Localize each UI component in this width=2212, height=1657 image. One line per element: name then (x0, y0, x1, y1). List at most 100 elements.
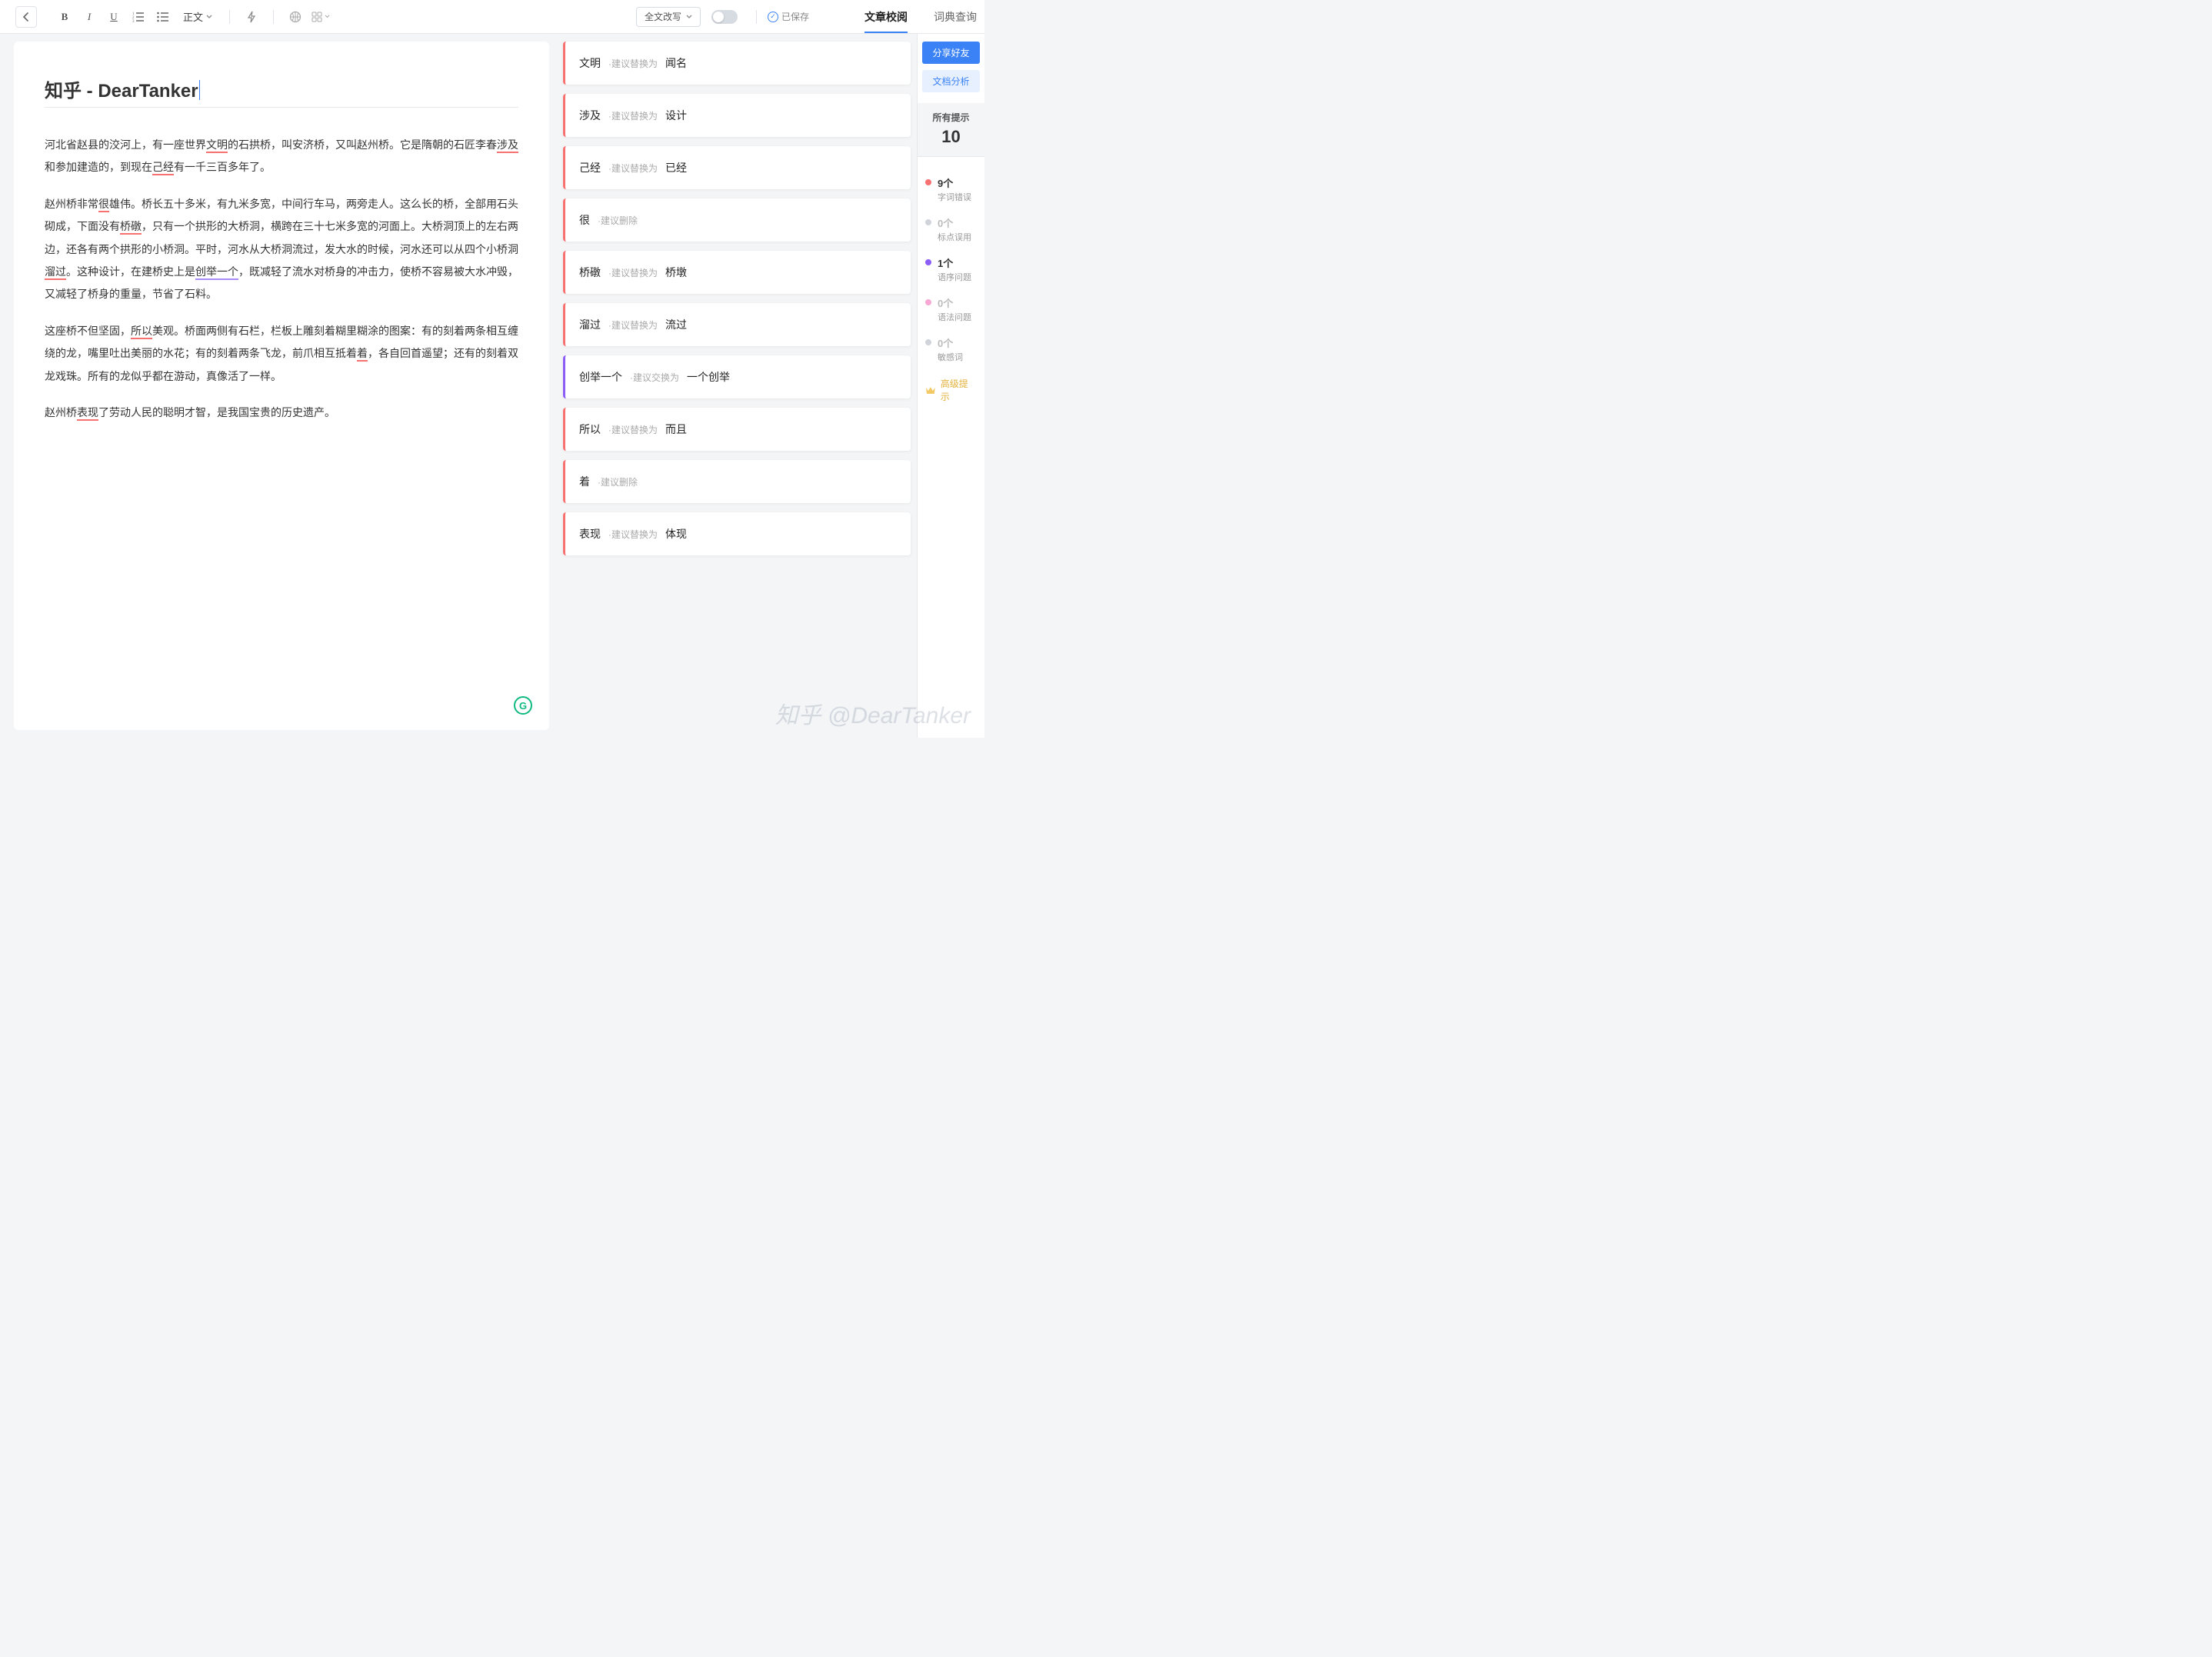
total-hints-count: 10 (918, 127, 984, 147)
lightning-button[interactable] (241, 6, 262, 28)
separator (756, 10, 757, 24)
editor-panel: 知乎 - DearTanker 河北省赵县的洨河上，有一座世界文明的石拱桥，叫安… (0, 34, 557, 738)
tab-proofread[interactable]: 文章校阅 (864, 0, 908, 33)
stat-count: 1个 (938, 255, 971, 270)
rewrite-button[interactable]: 全文改写 (636, 7, 701, 27)
chevron-down-icon (325, 15, 330, 18)
error-span[interactable]: 桥礅 (120, 220, 142, 235)
error-span[interactable]: 所以 (131, 325, 152, 339)
stat-row[interactable]: 1个语序问题 (922, 249, 980, 289)
suggestion-card[interactable]: 涉及·建议替换为设计 (563, 94, 911, 137)
suggestion-card[interactable]: 所以·建议替换为而且 (563, 408, 911, 451)
grammarly-badge[interactable]: G (514, 696, 532, 715)
ordered-list-icon: 123 (132, 12, 145, 22)
suggestion-hint: ·建议交换为 (630, 371, 679, 384)
premium-label: 高级提示 (941, 377, 977, 403)
document-title[interactable]: 知乎 - DearTanker (45, 75, 518, 108)
suggestion-hint: ·建议删除 (598, 475, 638, 488)
layout-icon (311, 11, 323, 23)
stat-dot (925, 179, 931, 185)
error-span[interactable]: 表现 (77, 406, 98, 421)
chevron-left-icon (22, 12, 30, 22)
analyze-button[interactable]: 文档分析 (922, 70, 980, 92)
stat-label: 敏感词 (938, 351, 963, 363)
paragraph[interactable]: 这座桥不但坚固，所以美观。桥面两侧有石栏，栏板上雕刻着糊里糊涂的图案：有的刻着两… (45, 320, 518, 388)
underline-button[interactable]: U (103, 6, 125, 28)
italic-button[interactable]: I (78, 6, 100, 28)
suggestion-hint: ·建议替换为 (608, 162, 658, 175)
error-span[interactable]: 己经 (152, 161, 174, 175)
paragraph[interactable]: 河北省赵县的洨河上，有一座世界文明的石拱桥，叫安济桥，又叫赵州桥。它是隋朝的石匠… (45, 134, 518, 179)
paragraph-style-label: 正文 (183, 9, 203, 24)
suggestion-replacement: 闻名 (665, 55, 687, 71)
stat-row[interactable]: 0个敏感词 (922, 329, 980, 369)
stat-label: 语序问题 (938, 271, 971, 283)
error-span[interactable]: 溜过 (45, 265, 66, 280)
toggle-switch[interactable] (711, 10, 738, 24)
chevron-down-icon (206, 15, 212, 19)
bold-button[interactable]: B (54, 6, 75, 28)
suggestions-column: 文明·建议替换为闻名涉及·建议替换为设计己经·建议替换为已经很·建议删除桥礅·建… (557, 34, 917, 738)
lightning-icon (247, 11, 256, 23)
suggestion-card[interactable]: 创举一个·建议交换为一个创举 (563, 355, 911, 398)
stat-row[interactable]: 9个字词错误 (922, 169, 980, 209)
suggestion-original: 溜过 (579, 317, 601, 332)
suggestion-replacement: 体现 (665, 526, 687, 542)
error-span[interactable]: 涉及 (497, 138, 518, 153)
suggestion-card[interactable]: 己经·建议替换为已经 (563, 146, 911, 189)
suggestion-card[interactable]: 桥礅·建议替换为桥墩 (563, 251, 911, 294)
paragraph[interactable]: 赵州桥非常很雄伟。桥长五十多米，有九米多宽，中间行车马，两旁走人。这么长的桥，全… (45, 193, 518, 306)
stat-row[interactable]: 0个标点误用 (922, 209, 980, 249)
suggestion-card[interactable]: 溜过·建议替换为流过 (563, 303, 911, 346)
chevron-down-icon (686, 15, 692, 19)
suggestion-hint: ·建议替换为 (608, 57, 658, 70)
suggestion-hint: ·建议替换为 (608, 423, 658, 436)
suggestion-card[interactable]: 着 ·建议删除 (563, 460, 911, 503)
paragraph-style-select[interactable]: 正文 (177, 6, 218, 28)
error-span[interactable]: 着 (357, 347, 368, 362)
suggestion-hint: ·建议替换为 (608, 109, 658, 122)
suggestion-card[interactable]: 文明 ·建议替换为闻名 (563, 42, 911, 85)
error-span[interactable]: 创举一个 (195, 265, 238, 280)
stat-count: 0个 (938, 335, 963, 350)
stat-count: 0个 (938, 215, 971, 230)
svg-text:3: 3 (132, 20, 135, 22)
suggestion-hint: ·建议替换为 (608, 528, 658, 541)
paragraph[interactable]: 赵州桥表现了劳动人民的聪明才智，是我国宝贵的历史遗产。 (45, 402, 518, 424)
total-hints-label: 所有提示 (918, 111, 984, 124)
globe-button[interactable] (285, 6, 306, 28)
stat-label: 标点误用 (938, 231, 971, 243)
suggestion-original: 创举一个 (579, 369, 622, 385)
premium-hints[interactable]: 高级提示 (922, 369, 980, 411)
suggestion-original: 桥礅 (579, 265, 601, 280)
saved-label: 已保存 (781, 10, 809, 23)
suggestion-card[interactable]: 很·建议删除 (563, 198, 911, 242)
layout-button[interactable] (309, 6, 331, 28)
error-span[interactable]: 文明 (206, 138, 228, 153)
back-button[interactable] (15, 6, 37, 28)
main-area: 知乎 - DearTanker 河北省赵县的洨河上，有一座世界文明的石拱桥，叫安… (0, 34, 984, 738)
suggestion-original: 文明 (579, 55, 601, 71)
suggestion-hint: ·建议替换为 (608, 266, 658, 279)
total-hints[interactable]: 所有提示 10 (918, 103, 984, 157)
ordered-list-button[interactable]: 123 (128, 6, 149, 28)
editor[interactable]: 知乎 - DearTanker 河北省赵县的洨河上，有一座世界文明的石拱桥，叫安… (14, 42, 549, 730)
stat-dot (925, 219, 931, 225)
unordered-list-icon (157, 12, 169, 22)
stat-label: 语法问题 (938, 311, 971, 323)
error-span[interactable]: 很 (98, 198, 109, 212)
suggestion-original: 涉及 (579, 108, 601, 123)
top-tabs: 文章校阅 词典查询 (864, 0, 977, 33)
share-button[interactable]: 分享好友 (922, 42, 980, 64)
rewrite-label: 全文改写 (645, 10, 681, 23)
stat-row[interactable]: 0个语法问题 (922, 289, 980, 329)
suggestion-card[interactable]: 表现·建议替换为体现 (563, 512, 911, 555)
separator (273, 10, 274, 24)
stat-dot (925, 259, 931, 265)
separator (229, 10, 230, 24)
unordered-list-button[interactable] (152, 6, 174, 28)
suggestion-original: 着 (579, 474, 590, 489)
stat-count: 0个 (938, 295, 971, 310)
suggestion-replacement: 而且 (665, 422, 687, 437)
tab-dictionary[interactable]: 词典查询 (934, 0, 977, 33)
